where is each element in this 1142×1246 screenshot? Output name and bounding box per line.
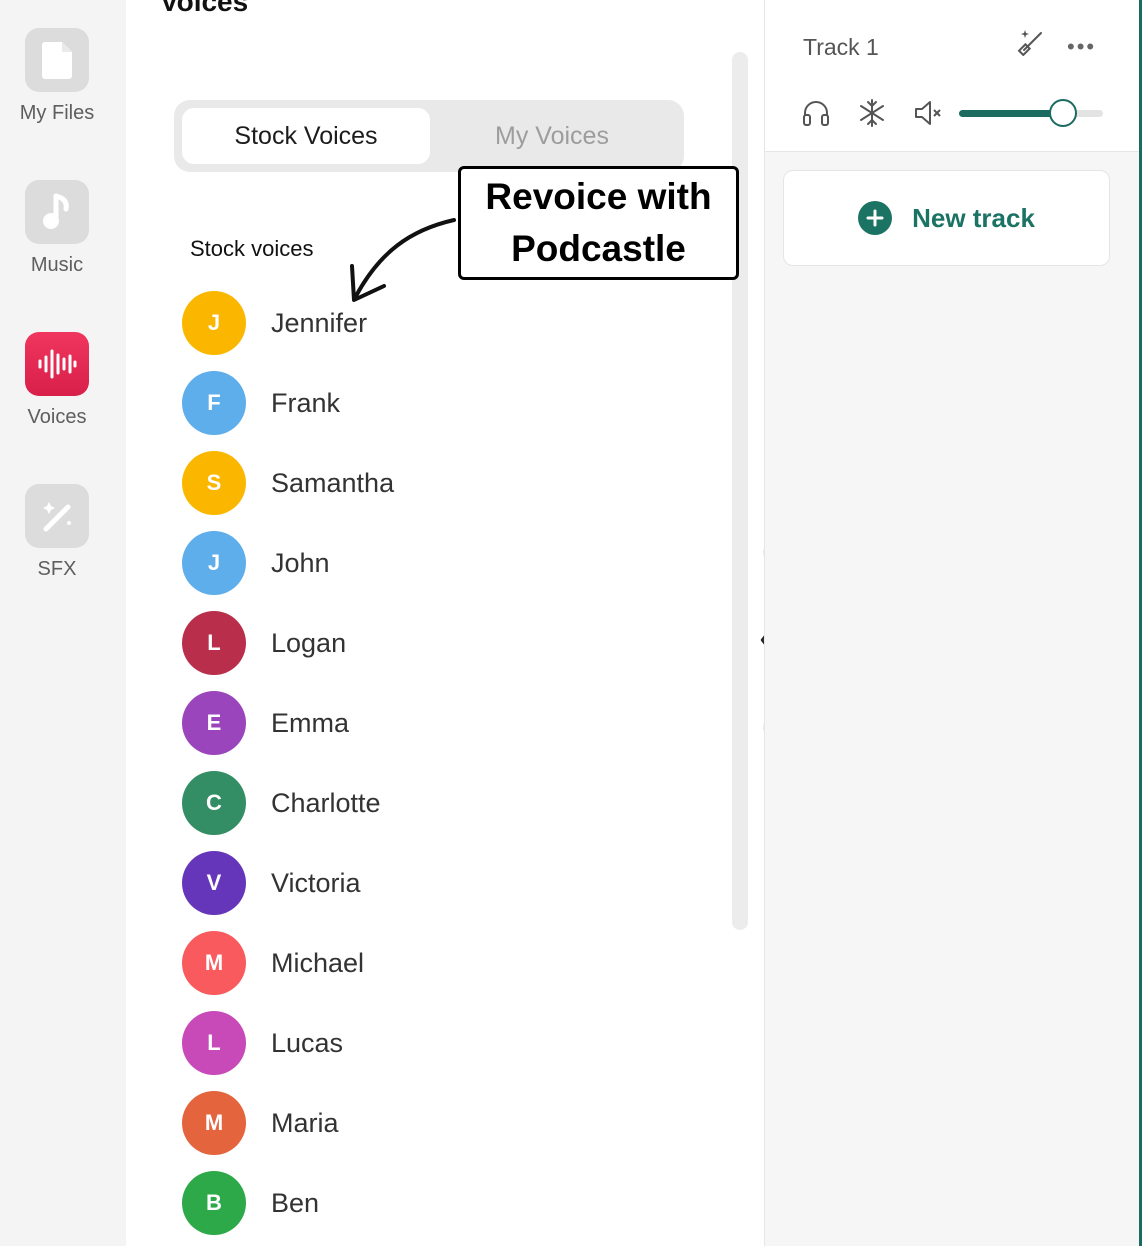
avatar: F — [182, 371, 246, 435]
volume-slider-fill — [959, 110, 1063, 117]
voice-item-john[interactable]: J John — [182, 531, 702, 611]
left-sidebar: My Files Music Voices SFX — [0, 0, 126, 1246]
volume-slider-handle[interactable] — [1048, 99, 1077, 127]
sidebar-item-label: Voices — [27, 406, 87, 428]
voice-name: Maria — [271, 1108, 339, 1138]
voice-list: J Jennifer F Frank S Samantha J John L L… — [182, 291, 702, 1246]
mute-icon[interactable] — [913, 98, 945, 128]
file-icon — [25, 28, 89, 92]
avatar: M — [182, 931, 246, 995]
voice-name: Lucas — [271, 1028, 344, 1058]
music-note-icon — [25, 180, 89, 244]
voice-item-maria[interactable]: M Maria — [182, 1091, 702, 1171]
voice-name: Frank — [271, 388, 341, 418]
snowflake-icon[interactable] — [857, 98, 887, 128]
avatar: S — [182, 451, 246, 515]
avatar: J — [182, 531, 246, 595]
tab-my-voices[interactable]: My Voices — [428, 108, 676, 164]
sidebar-item-music[interactable]: Music — [0, 180, 114, 277]
track-header: Track 1 ••• — [765, 0, 1139, 152]
callout-line-2: Podcastle — [511, 228, 686, 269]
sidebar-item-sfx[interactable]: SFX — [0, 484, 114, 581]
annotation-arrow — [350, 218, 456, 302]
annotation-callout: Revoice with Podcastle — [458, 166, 739, 280]
voice-item-logan[interactable]: L Logan — [182, 611, 702, 691]
magic-wand-icon — [25, 484, 89, 548]
voice-name: John — [271, 548, 330, 578]
headphones-icon[interactable] — [801, 98, 831, 128]
waveform-icon — [25, 332, 89, 396]
voice-item-ben[interactable]: B Ben — [182, 1171, 702, 1246]
avatar: L — [182, 1011, 246, 1075]
avatar: J — [182, 291, 246, 355]
voice-item-charlotte[interactable]: C Charlotte — [182, 771, 702, 851]
sidebar-item-my-files[interactable]: My Files — [0, 28, 114, 125]
volume-slider[interactable] — [959, 99, 1103, 127]
plus-icon — [858, 201, 893, 235]
more-options-button[interactable]: ••• — [1067, 34, 1096, 60]
magic-wand-icon[interactable] — [1017, 26, 1047, 56]
avatar: C — [182, 771, 246, 835]
voice-item-frank[interactable]: F Frank — [182, 371, 702, 451]
sidebar-item-voices[interactable]: Voices — [0, 332, 114, 429]
callout-line-1: Revoice with — [485, 176, 712, 217]
voice-item-lucas[interactable]: L Lucas — [182, 1011, 702, 1091]
avatar: B — [182, 1171, 246, 1235]
avatar: E — [182, 691, 246, 755]
new-track-button[interactable]: New track — [783, 170, 1110, 266]
voice-name: Emma — [271, 708, 350, 738]
tab-stock-voices[interactable]: Stock Voices — [182, 108, 430, 164]
avatar: L — [182, 611, 246, 675]
page-title: Voices — [160, 0, 249, 17]
voice-source-tabs: Stock Voices My Voices — [174, 100, 684, 172]
voice-name: Ben — [271, 1188, 320, 1218]
track-panel: Track 1 ••• New track — [764, 0, 1142, 1246]
section-heading: Stock voices — [190, 236, 314, 261]
voice-name: Samantha — [271, 468, 395, 498]
voice-item-emma[interactable]: E Emma — [182, 691, 702, 771]
track-title[interactable]: Track 1 — [803, 34, 879, 61]
voice-item-michael[interactable]: M Michael — [182, 931, 702, 1011]
voice-name: Victoria — [271, 868, 361, 898]
voice-item-victoria[interactable]: V Victoria — [182, 851, 702, 931]
voice-name: Charlotte — [271, 788, 381, 818]
new-track-label: New track — [912, 202, 1035, 233]
voice-name: Michael — [271, 948, 365, 978]
avatar: M — [182, 1091, 246, 1155]
sidebar-item-label: My Files — [19, 102, 95, 124]
voice-item-samantha[interactable]: S Samantha — [182, 451, 702, 531]
sidebar-item-label: Music — [30, 254, 84, 276]
avatar: V — [182, 851, 246, 915]
sidebar-item-label: SFX — [37, 558, 77, 580]
voice-name: Logan — [271, 628, 347, 658]
